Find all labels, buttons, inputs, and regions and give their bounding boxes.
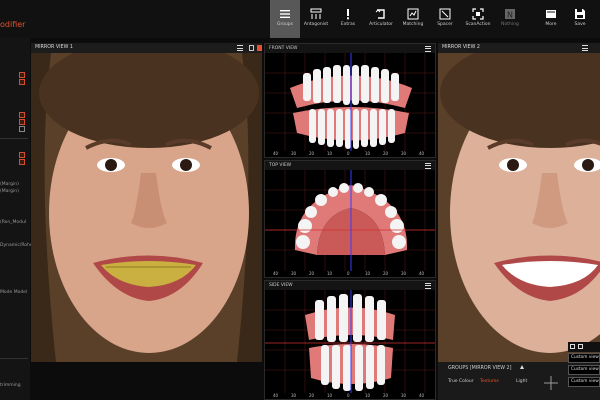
layer-checkbox[interactable]	[19, 126, 25, 132]
articulator-label: Articulator	[369, 22, 393, 27]
front-view-model	[265, 53, 435, 151]
menu-icon[interactable]	[582, 45, 588, 51]
custom-view-option[interactable]: Custom view	[568, 353, 600, 363]
add-icon[interactable]	[544, 376, 558, 390]
custom-view-option[interactable]: Custom view	[568, 365, 600, 375]
top-view-title: TOP VIEW	[269, 163, 292, 168]
front-view-scale: 40 30 20 10 0 10 20 30 40	[273, 151, 425, 156]
n-icon: N	[505, 9, 515, 20]
matching-icon	[407, 8, 419, 20]
layer-name[interactable]: (Ron_Modul	[0, 220, 26, 225]
layer-checkbox[interactable]	[19, 152, 25, 158]
menu-icon[interactable]	[425, 45, 431, 52]
menu-icon[interactable]	[425, 282, 431, 289]
layer-checkbox[interactable]	[19, 112, 25, 118]
left-panel-strip: (Margin) (Margin) (Ron_Modul Dynamic/Roh…	[0, 38, 50, 400]
side-view-viewport[interactable]: SIDE VIEW 40 30 20 10 0 10 20 30 40	[264, 280, 436, 400]
articulator-button[interactable]: Articulator	[366, 0, 396, 38]
tab-true-colour[interactable]: True Colour	[448, 379, 474, 384]
square-icon[interactable]	[570, 344, 575, 349]
collapse-icon[interactable]	[520, 365, 524, 369]
side-view-title: SIDE VIEW	[269, 283, 293, 288]
menu-icon[interactable]	[237, 45, 243, 51]
save-button[interactable]: Save	[565, 0, 595, 38]
top-view-viewport[interactable]: TOP VIEW 40 30 20 10 0 10 20 30 40	[264, 160, 436, 278]
antagonist-button[interactable]: Antagonist	[301, 0, 331, 38]
custom-view-option[interactable]: Custom view	[568, 377, 600, 387]
front-view-viewport[interactable]: FRONT VIEW 40 30 20 10 0 10 20 30 40	[264, 43, 436, 158]
layer-checkbox[interactable]	[19, 159, 25, 165]
antagonist-label: Antagonist	[303, 22, 329, 27]
layer-name[interactable]: (Margin)	[0, 182, 19, 187]
top-view-model	[265, 170, 435, 271]
scanaction-label: ScanAction	[465, 22, 491, 27]
patient-face-preview	[438, 53, 600, 362]
spacer-icon	[439, 8, 451, 20]
antagonist-icon	[310, 8, 322, 19]
side-view-model	[265, 290, 435, 393]
layer-name[interactable]: Mode Model	[0, 290, 27, 295]
mirror-view-1-photo[interactable]	[31, 53, 262, 362]
spacer-label: Spacer	[437, 22, 453, 27]
tab-light[interactable]: Light	[516, 379, 527, 384]
matching-label: Matching	[402, 22, 424, 27]
square-icon[interactable]	[578, 344, 583, 349]
layer-name[interactable]: (Margin)	[0, 189, 19, 194]
top-view-scale: 40 30 20 10 0 10 20 30 40	[273, 271, 425, 276]
nothing-label: Nothing	[501, 22, 519, 27]
mirror-view-2-header: MIRROR VIEW 2	[438, 43, 600, 53]
layer-checkbox[interactable]	[19, 119, 25, 125]
nothing-button[interactable]: N Nothing	[495, 0, 525, 38]
more-button[interactable]: More	[536, 0, 566, 38]
articulator-icon	[375, 9, 385, 19]
save-icon	[575, 9, 585, 19]
scanaction-button[interactable]: ScanAction	[463, 0, 493, 38]
layer-checkbox[interactable]	[19, 79, 25, 85]
extras-button[interactable]: Extras	[333, 0, 363, 38]
exclamation-icon	[347, 9, 349, 20]
groups-label: Groups	[276, 22, 294, 27]
app-title: odifier	[0, 20, 26, 29]
view-options-bar	[568, 342, 600, 352]
side-view-scale: 40 30 20 10 0 10 20 30 40	[273, 393, 425, 398]
top-view-header: TOP VIEW	[265, 161, 435, 170]
scan-icon	[472, 8, 484, 20]
save-label: Save	[574, 22, 586, 27]
groups-panel-title: GROUPS [MIRROR VIEW 2]	[448, 366, 512, 371]
front-view-title: FRONT VIEW	[269, 46, 298, 51]
layout-icon[interactable]	[249, 45, 254, 51]
mirror-view-2-title: MIRROR VIEW 2	[442, 45, 480, 50]
mirror-view-1-header: MIRROR VIEW 1	[31, 43, 262, 53]
front-view-header: FRONT VIEW	[265, 44, 435, 53]
patient-face-photo	[31, 53, 262, 362]
mirror-view-1-title: MIRROR VIEW 1	[35, 45, 73, 50]
list-icon	[280, 10, 290, 18]
mirror-view-2-photo[interactable]	[438, 53, 600, 362]
spacer-button[interactable]: Spacer	[430, 0, 460, 38]
divider	[0, 358, 28, 359]
layer-name[interactable]: trimming	[0, 383, 21, 388]
layer-checkbox[interactable]	[19, 72, 25, 78]
side-view-header: SIDE VIEW	[265, 281, 435, 290]
layout-icon[interactable]	[257, 45, 262, 51]
svg-text:N: N	[507, 11, 513, 20]
tab-textures[interactable]: Textures	[480, 379, 499, 384]
divider	[0, 138, 28, 139]
menu-icon[interactable]	[425, 162, 431, 169]
matching-button[interactable]: Matching	[398, 0, 428, 38]
extras-label: Extras	[340, 22, 356, 27]
more-label: More	[545, 22, 557, 27]
more-icon	[546, 10, 556, 18]
groups-button[interactable]: Groups	[270, 0, 300, 38]
